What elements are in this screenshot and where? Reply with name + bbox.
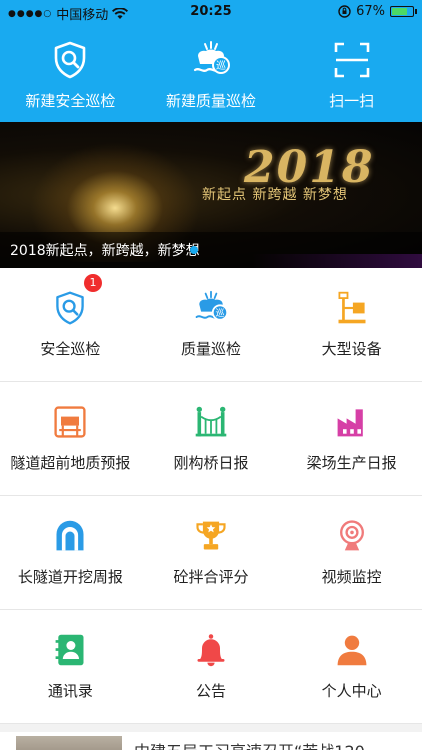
grid-item-quality-inspection[interactable]: 巡 质量巡检 (141, 268, 282, 381)
grid-item-safety-inspection[interactable]: 1 安全巡检 (0, 268, 141, 381)
grid-item-announcement[interactable]: 公告 (141, 610, 282, 723)
grid-item-tunnel-forecast[interactable]: 隧道超前地质预报 (0, 382, 141, 495)
grid-item-label: 个人中心 (321, 682, 382, 700)
grid-item-label: 大型设备 (321, 340, 382, 358)
shield-search-icon (56, 291, 85, 325)
trophy-icon (196, 521, 226, 550)
notification-badge: 1 (84, 274, 102, 292)
scan-label: 扫一扫 (329, 92, 375, 110)
grid-item-large-equipment[interactable]: 大型设备 (281, 268, 422, 381)
grid-item-rigid-bridge-daily[interactable]: 刚构桥日报 (141, 382, 282, 495)
svg-text:巡: 巡 (216, 60, 226, 72)
new-safety-inspection-label: 新建安全巡检 (25, 92, 116, 110)
grid-item-label: 刚构桥日报 (173, 454, 249, 472)
status-bar: ●●●●○ 中国移动 20:25 67% (0, 0, 422, 24)
factory-icon (337, 409, 363, 437)
new-quality-inspection-label: 新建质量巡检 (166, 92, 257, 110)
news-thumbnail (16, 736, 122, 750)
tunnel-forecast-icon (54, 406, 86, 438)
function-grid: 1 安全巡检 巡 质量巡检 大型设备 隧道超前地质预报 刚构桥日报 梁场生产日报… (0, 268, 422, 724)
camera-icon (339, 520, 364, 551)
grid-item-personal-center[interactable]: 个人中心 (281, 610, 422, 723)
new-quality-inspection-button[interactable]: 巡 新建质量巡检 (141, 24, 282, 122)
banner-caption: 2018新起点，新跨越，新梦想 (0, 232, 422, 268)
quality-inspect-icon: 巡 (193, 41, 230, 74)
grid-item-label: 视频监控 (321, 568, 382, 586)
grid-row: 1 安全巡检 巡 质量巡检 大型设备 (0, 268, 422, 382)
grid-item-label: 梁场生产日报 (306, 454, 397, 472)
grid-item-beam-yard-daily[interactable]: 梁场生产日报 (281, 382, 422, 495)
grid-row: 通讯录 公告 个人中心 (0, 610, 422, 724)
new-safety-inspection-button[interactable]: 新建安全巡检 (0, 24, 141, 122)
shield-search-icon (55, 41, 86, 79)
header-actions: 新建安全巡检 巡 新建质量巡检 扫一扫 (0, 24, 422, 122)
tunnel-icon (56, 520, 84, 551)
grid-row: 长隧道开挖周报 砼拌合评分 视频监控 (0, 496, 422, 610)
grid-item-video-monitor[interactable]: 视频监控 (281, 496, 422, 609)
banner-page-indicator[interactable] (190, 246, 198, 254)
grid-item-label: 安全巡检 (40, 340, 101, 358)
grid-item-label: 长隧道开挖周报 (17, 568, 123, 586)
status-right: 67% (338, 4, 417, 19)
person-icon (337, 635, 367, 666)
contacts-icon (55, 634, 84, 666)
grid-item-contacts[interactable]: 通讯录 (0, 610, 141, 723)
grid-item-long-tunnel-weekly[interactable]: 长隧道开挖周报 (0, 496, 141, 609)
grid-row: 隧道超前地质预报 刚构桥日报 梁场生产日报 (0, 382, 422, 496)
grid-item-label: 公告 (196, 682, 227, 700)
scan-icon (334, 42, 369, 78)
quality-inspect-icon: 巡 (195, 290, 229, 321)
grid-item-label: 质量巡检 (181, 340, 242, 358)
banner-slogan: 新起点 新跨越 新梦想 (202, 187, 348, 203)
grid-item-concrete-mixing-score[interactable]: 砼拌合评分 (141, 496, 282, 609)
news-title: 中建五局工习高速召开“苦战120 (134, 738, 365, 750)
battery-icon (390, 6, 417, 17)
svg-text:巡: 巡 (215, 308, 224, 319)
bridge-icon (195, 406, 227, 437)
orientation-lock-icon (338, 5, 351, 18)
grid-item-label: 隧道超前地质预报 (10, 454, 131, 472)
grid-item-label: 砼拌合评分 (173, 568, 249, 586)
equipment-icon (338, 291, 366, 324)
grid-item-label: 通讯录 (47, 682, 93, 700)
promo-banner[interactable]: 2018 新起点 新跨越 新梦想 2018新起点，新跨越，新梦想 (0, 122, 422, 268)
news-item[interactable]: 中建五局工习高速召开“苦战120 (0, 724, 422, 750)
battery-fill (392, 8, 407, 15)
bell-icon (197, 634, 225, 667)
battery-percent: 67% (356, 4, 385, 19)
scan-button[interactable]: 扫一扫 (281, 24, 422, 122)
